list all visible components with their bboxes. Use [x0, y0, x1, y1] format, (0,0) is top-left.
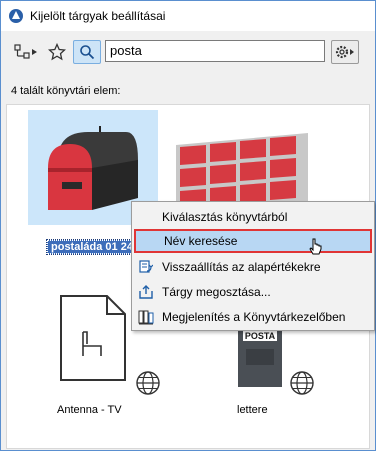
menu-item-label: Kiválasztás könyvtárból [162, 210, 288, 224]
dialog-window: Kijelölt tárgyak beállításai posta 4 tal… [0, 0, 376, 451]
window-title: Kijelölt tárgyak beállításai [30, 9, 166, 23]
toolbar: posta [1, 31, 375, 73]
tree-view-button[interactable] [13, 40, 41, 64]
item-label-antenna[interactable]: Antenna - TV [57, 404, 122, 416]
globe-icon [290, 371, 314, 395]
object-file-icon [60, 295, 126, 381]
search-input[interactable]: posta [105, 40, 325, 62]
menu-item-select-from-library[interactable]: Kiválasztás könyvtárból [134, 205, 372, 229]
star-icon [48, 43, 66, 61]
menu-item-label: Megjelenítés a Könyvtárkezelőben [162, 310, 346, 324]
search-toggle-button[interactable] [73, 40, 101, 64]
share-icon [138, 284, 154, 300]
menu-item-show-in-library-manager[interactable]: Megjelenítés a Könyvtárkezelőben [134, 305, 372, 329]
globe-icon [136, 371, 160, 395]
item-label-lettere[interactable]: lettere [237, 404, 268, 416]
favorites-button[interactable] [45, 40, 69, 64]
item-label-selected[interactable]: postaláda 01 24 [46, 239, 138, 255]
mouse-cursor-icon [309, 238, 322, 255]
menu-item-share-object[interactable]: Tárgy megosztása... [134, 280, 372, 304]
search-icon [80, 45, 95, 60]
app-icon [9, 9, 23, 23]
menu-item-label: Név keresése [164, 234, 238, 248]
menu-item-label: Visszaállítás az alapértékekre [162, 260, 321, 274]
library-manager-icon [138, 309, 154, 325]
settings-button[interactable] [331, 40, 359, 64]
menu-item-reset-defaults[interactable]: Visszaállítás az alapértékekre [134, 255, 372, 279]
menu-item-label: Tárgy megosztása... [162, 285, 271, 299]
context-menu: Kiválasztás könyvtárból Név keresése Vis… [131, 201, 375, 331]
tree-view-icon [14, 44, 37, 59]
gear-icon [335, 45, 354, 59]
title-bar: Kijelölt tárgyak beállításai [1, 1, 375, 31]
results-count-label: 4 talált könyvtári elem: [11, 85, 121, 97]
svg-text:POSTA: POSTA [245, 331, 276, 341]
reset-icon [138, 259, 154, 275]
menu-item-search-name[interactable]: Név keresése [134, 229, 372, 253]
library-item-antenna[interactable] [57, 292, 129, 384]
